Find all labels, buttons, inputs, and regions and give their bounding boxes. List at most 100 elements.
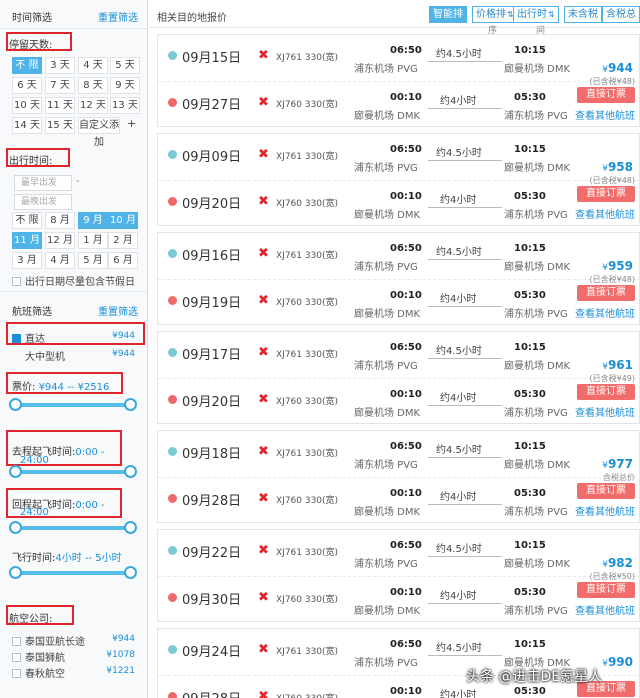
stay-chip[interactable]: 14 天 <box>12 117 42 134</box>
month-chip[interactable]: 不 限 <box>12 212 42 229</box>
slider-min-handle[interactable] <box>9 398 22 411</box>
flight-option[interactable]: 09月18日 ✖ XJ761 330(宽) 06:50 浦东机场 PVG 约4.5小时 10… <box>157 430 640 523</box>
leg-dot-icon <box>168 593 177 602</box>
view-other-flights-link[interactable]: 查看其他航班 <box>575 206 635 221</box>
slider-max-handle[interactable] <box>124 566 137 579</box>
airline-option[interactable]: 春秋航空 <box>12 665 65 680</box>
slider-max-handle[interactable] <box>124 465 137 478</box>
slider-track <box>14 470 132 474</box>
slider-min-handle[interactable] <box>9 521 22 534</box>
flight-price: ¥944 <box>602 61 633 75</box>
slider-max-handle[interactable] <box>124 398 137 411</box>
book-now-button[interactable]: 直接订票 <box>577 87 635 103</box>
month-chip[interactable]: 8 月 <box>45 212 75 229</box>
book-now-button[interactable]: 直接订票 <box>577 186 635 202</box>
earliest-depart-input[interactable]: 最早出发 <box>14 175 72 191</box>
stay-chip[interactable]: 8 天 <box>78 77 108 94</box>
stay-chip[interactable]: 4 天 <box>78 57 108 74</box>
view-other-flights-link[interactable]: 查看其他航班 <box>575 107 635 122</box>
holiday-checkbox[interactable]: 出行日期尽量包含节假日 <box>12 273 135 288</box>
latest-depart-input[interactable]: 最晚出发 <box>14 194 72 210</box>
flight-option[interactable]: 09月24日 ✖ XJ761 330(宽) 06:50 浦东机场 PVG 约4.5小时 10… <box>157 628 640 698</box>
airline-price: ¥1221 <box>106 666 135 676</box>
arrive-time: 10:15 <box>514 441 546 452</box>
view-other-flights-link[interactable]: 查看其他航班 <box>575 305 635 320</box>
view-other-flights-link[interactable]: 查看其他航班 <box>575 602 635 617</box>
month-chip[interactable]: 6 月 <box>108 252 138 269</box>
view-other-flights-link[interactable]: 查看其他航班 <box>575 503 635 518</box>
month-chip[interactable]: 9 月 <box>78 212 108 229</box>
book-now-button[interactable]: 直接订票 <box>577 483 635 499</box>
flight-price: ¥990 <box>602 655 633 669</box>
flight-option[interactable]: 09月09日 ✖ XJ761 330(宽) 06:50 浦东机场 PVG 约4.5小时 10… <box>157 133 640 226</box>
outbound-leg: 09月16日 ✖ XJ761 330(宽) 06:50 浦东机场 PVG 约4.5小时 10… <box>158 233 640 279</box>
month-chip[interactable]: 12 月 <box>45 232 75 249</box>
add-custom-icon[interactable]: + <box>127 117 136 130</box>
flight-option[interactable]: 09月22日 ✖ XJ761 330(宽) 06:50 浦东机场 PVG 约4.5小时 10… <box>157 529 640 622</box>
flight-duration-slider[interactable] <box>9 566 137 580</box>
flight-number: XJ760 330(宽) <box>276 691 338 698</box>
direct-checkbox[interactable]: 直达 <box>12 330 45 345</box>
slider-min-handle[interactable] <box>9 566 22 579</box>
airline-name: 泰国狮航 <box>25 653 65 664</box>
leg-dot-icon <box>168 494 177 503</box>
stay-chip[interactable]: 12 天 <box>78 97 108 114</box>
sort-button[interactable]: 出行时⇅ <box>513 6 559 23</box>
flight-option[interactable]: 09月16日 ✖ XJ761 330(宽) 06:50 浦东机场 PVG 约4.5小时 10… <box>157 232 640 325</box>
large-aircraft-option[interactable]: 大中型机 <box>25 348 65 363</box>
flight-duration: 约4小时 <box>440 294 477 305</box>
sort-button[interactable]: 智能排 <box>429 6 467 23</box>
leg-dot-icon <box>168 395 177 404</box>
sort-button-label: 价格排 <box>476 9 506 20</box>
airline-logo-icon: ✖ <box>258 392 269 407</box>
view-other-flights-link[interactable]: 查看其他航班 <box>575 404 635 419</box>
sort-button[interactable]: 含税总 <box>602 6 640 23</box>
stay-chip[interactable]: 11 天 <box>45 97 75 114</box>
sort-button[interactable]: 未含税 <box>564 6 602 23</box>
return-leg: 09月28日 ✖ XJ760 330(宽) 00:10 廊曼机场 DMK 约4小时 05:3… <box>158 477 640 523</box>
month-chip[interactable]: 10 月 <box>108 212 138 229</box>
flight-duration: 约4小时 <box>440 690 477 698</box>
results-title: 相关目的地报价 <box>157 13 227 24</box>
stay-chip[interactable]: 不 限 <box>12 57 42 74</box>
stay-chip[interactable]: 5 天 <box>110 57 140 74</box>
stay-chip[interactable]: 9 天 <box>110 77 140 94</box>
stay-chip[interactable]: 13 天 <box>110 97 140 114</box>
slider-min-handle[interactable] <box>9 465 22 478</box>
airline-label: 航空公司: <box>9 614 53 625</box>
reset-flight-filter-link[interactable]: 重置筛选 <box>98 303 138 318</box>
book-now-button[interactable]: 直接订票 <box>577 384 635 400</box>
month-chip[interactable]: 11 月 <box>12 232 42 249</box>
leg-dot-icon <box>168 150 177 159</box>
flight-option[interactable]: 09月15日 ✖ XJ761 330(宽) 06:50 浦东机场 PVG 约4.5小时 10… <box>157 34 640 127</box>
airline-logo-icon: ✖ <box>258 345 269 360</box>
price-value: 990 <box>607 655 633 669</box>
airline-option[interactable]: 泰国亚航长途 <box>12 633 85 648</box>
book-now-button[interactable]: 直接订票 <box>577 582 635 598</box>
return-leg: 09月30日 ✖ XJ760 330(宽) 00:10 廊曼机场 DMK 约4小时 05:3… <box>158 576 640 622</box>
month-chip[interactable]: 4 月 <box>45 252 75 269</box>
reset-time-filter-link[interactable]: 重置筛选 <box>98 9 138 24</box>
stay-chip[interactable]: 自定义添 <box>78 117 120 134</box>
month-chip[interactable]: 3 月 <box>12 252 42 269</box>
depart-time: 00:10 <box>390 488 422 499</box>
month-chip[interactable]: 2 月 <box>108 232 138 249</box>
book-now-button[interactable]: 直接订票 <box>577 285 635 301</box>
airline-option[interactable]: 泰国狮航 <box>12 649 65 664</box>
stay-chip[interactable]: 3 天 <box>45 57 75 74</box>
stay-chip[interactable]: 15 天 <box>45 117 75 134</box>
return-leg: 09月19日 ✖ XJ760 330(宽) 00:10 廊曼机场 DMK 约4小时 05:3… <box>158 279 640 325</box>
return-time-slider[interactable] <box>9 521 137 535</box>
price-slider[interactable] <box>9 398 137 412</box>
stay-chip[interactable]: 7 天 <box>45 77 75 94</box>
stay-chip[interactable]: 10 天 <box>12 97 42 114</box>
flight-price: ¥982 <box>602 556 633 570</box>
price-filter: 票价: ¥944 -- ¥2516 <box>12 378 109 393</box>
stay-chip[interactable]: 6 天 <box>12 77 42 94</box>
outbound-time-slider[interactable] <box>9 465 137 479</box>
slider-max-handle[interactable] <box>124 521 137 534</box>
sort-button[interactable]: 价格排⇅ <box>472 6 518 23</box>
month-chip[interactable]: 5 月 <box>78 252 108 269</box>
month-chip[interactable]: 1 月 <box>78 232 108 249</box>
flight-option[interactable]: 09月17日 ✖ XJ761 330(宽) 06:50 浦东机场 PVG 约4.5小时 10… <box>157 331 640 424</box>
